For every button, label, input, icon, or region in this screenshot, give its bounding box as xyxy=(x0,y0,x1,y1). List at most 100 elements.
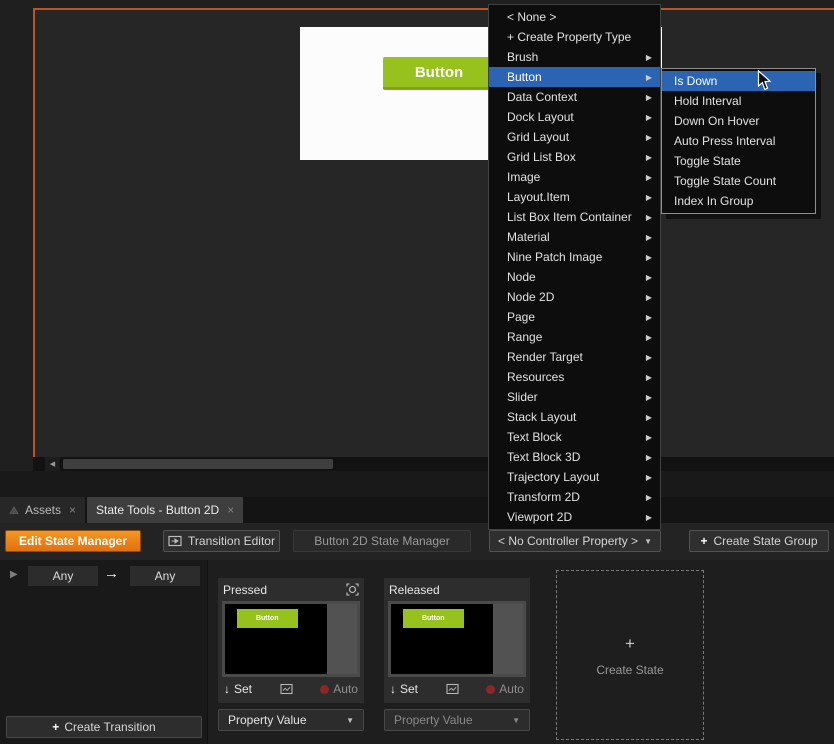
set-button[interactable]: ↓ Set xyxy=(390,682,418,696)
thumbnail-panel xyxy=(327,604,357,674)
plus-icon: + xyxy=(52,720,59,734)
set-button[interactable]: ↓ Set xyxy=(224,682,252,696)
auto-record-icon xyxy=(320,685,329,694)
menu-item-label: Index In Group xyxy=(674,194,807,208)
auto-toggle[interactable]: Auto xyxy=(486,682,524,696)
scroll-left-arrow-icon[interactable]: ◀ xyxy=(45,457,60,471)
menu-item-label: Hold Interval xyxy=(674,94,807,108)
menu-item-label: Nine Patch Image xyxy=(507,250,646,264)
menu-item-label: Render Target xyxy=(507,350,646,364)
state-title: Released xyxy=(389,583,440,597)
submenu-item[interactable]: Index In Group xyxy=(662,191,815,211)
context-menu-item[interactable]: Button ▶ xyxy=(489,67,660,87)
context-menu-item[interactable]: List Box Item Container ▶ xyxy=(489,207,660,227)
transition-editor-button[interactable]: Transition Editor xyxy=(163,530,280,552)
submenu-arrow-icon: ▶ xyxy=(646,233,652,242)
property-value-dropdown[interactable]: Property Value ▼ xyxy=(218,709,364,731)
menu-item-label: Stack Layout xyxy=(507,410,646,424)
state-manager-title-label: Button 2D State Manager xyxy=(314,534,449,548)
submenu-arrow-icon: ▶ xyxy=(646,473,652,482)
context-menu-item[interactable]: Grid Layout ▶ xyxy=(489,127,660,147)
context-menu-item[interactable]: Nine Patch Image ▶ xyxy=(489,247,660,267)
context-menu-item[interactable]: < None > ▶ xyxy=(489,7,660,27)
create-transition-button[interactable]: + Create Transition xyxy=(6,716,202,738)
plus-icon: + xyxy=(625,634,635,654)
tab-assets[interactable]: Assets × xyxy=(0,497,85,523)
property-value-dropdown[interactable]: Property Value ▼ xyxy=(384,709,530,731)
viewport-border-top xyxy=(33,8,834,10)
controller-property-dropdown[interactable]: < No Controller Property > ▼ xyxy=(489,530,661,552)
context-menu-item[interactable]: Page ▶ xyxy=(489,307,660,327)
submenu-item[interactable]: Toggle State Count xyxy=(662,171,815,191)
create-state-button[interactable]: + Create State xyxy=(556,570,704,740)
context-menu-item[interactable]: Resources ▶ xyxy=(489,367,660,387)
menu-item-label: Auto Press Interval xyxy=(674,134,807,148)
context-menu-item[interactable]: Viewport 2D ▶ xyxy=(489,507,660,527)
state-thumbnail[interactable]: Button xyxy=(388,601,526,677)
menu-item-label: Image xyxy=(507,170,646,184)
state-manager-title: Button 2D State Manager xyxy=(293,530,471,552)
context-menu-item[interactable]: Node ▶ xyxy=(489,267,660,287)
focus-state-icon[interactable] xyxy=(346,583,359,596)
state-card-released[interactable]: Released Button ↓ Set xyxy=(384,578,530,731)
context-menu-item[interactable]: Stack Layout ▶ xyxy=(489,407,660,427)
thumbnail-button: Button xyxy=(403,609,464,628)
submenu-item[interactable]: Hold Interval xyxy=(662,91,815,111)
context-menu-item[interactable]: Brush ▶ xyxy=(489,47,660,67)
context-menu-item[interactable]: Node 2D ▶ xyxy=(489,287,660,307)
menu-item-label: Text Block 3D xyxy=(507,450,646,464)
context-menu-item[interactable]: Trajectory Layout ▶ xyxy=(489,467,660,487)
horizontal-scrollbar[interactable]: ◀ xyxy=(33,457,834,471)
submenu-arrow-icon: ▶ xyxy=(646,273,652,282)
transition-to-box[interactable]: Any xyxy=(130,566,200,586)
tab-state-tools[interactable]: State Tools - Button 2D × xyxy=(87,497,243,523)
arrow-down-icon: ↓ xyxy=(224,682,230,696)
context-menu-item[interactable]: Transform 2D ▶ xyxy=(489,487,660,507)
keyframe-editor-icon[interactable] xyxy=(446,683,459,695)
submenu-item[interactable]: Toggle State xyxy=(662,151,815,171)
assets-icon xyxy=(9,505,19,515)
state-card-pressed[interactable]: Pressed Button ↓ Set xyxy=(218,578,364,731)
submenu-arrow-icon: ▶ xyxy=(646,433,652,442)
context-menu-item[interactable]: Slider ▶ xyxy=(489,387,660,407)
edit-state-manager-label: Edit State Manager xyxy=(19,534,127,548)
context-menu-item[interactable]: Material ▶ xyxy=(489,227,660,247)
transition-expander-icon[interactable]: ▶ xyxy=(10,569,18,580)
menu-item-label: Is Down xyxy=(674,74,807,88)
context-menu-item[interactable]: Dock Layout ▶ xyxy=(489,107,660,127)
menu-item-label: Material xyxy=(507,230,646,244)
tab-close-icon[interactable]: × xyxy=(227,503,234,517)
thumbnail-button: Button xyxy=(237,609,298,628)
transition-editor-icon xyxy=(168,535,182,547)
context-menu-item[interactable]: + Create Property Type ▶ xyxy=(489,27,660,47)
chevron-down-icon: ▼ xyxy=(512,716,520,725)
context-menu-item[interactable]: Render Target ▶ xyxy=(489,347,660,367)
edit-state-manager-button[interactable]: Edit State Manager xyxy=(5,530,141,552)
context-menu-item[interactable]: Image ▶ xyxy=(489,167,660,187)
menu-item-label: Data Context xyxy=(507,90,646,104)
submenu-item[interactable]: Is Down xyxy=(662,71,815,91)
menu-item-label: Node 2D xyxy=(507,290,646,304)
context-menu-item[interactable]: Text Block ▶ xyxy=(489,427,660,447)
context-menu-item[interactable]: Range ▶ xyxy=(489,327,660,347)
context-menu-item[interactable]: Grid List Box ▶ xyxy=(489,147,660,167)
context-menu-item[interactable]: Data Context ▶ xyxy=(489,87,660,107)
menu-item-label: < None > xyxy=(507,10,646,24)
state-thumbnail[interactable]: Button xyxy=(222,601,360,677)
transition-from-box[interactable]: Any xyxy=(28,566,98,586)
context-menu-item[interactable]: Layout.Item ▶ xyxy=(489,187,660,207)
submenu-arrow-icon: ▶ xyxy=(646,73,652,82)
canvas-button[interactable]: Button xyxy=(383,57,495,90)
keyframe-editor-icon[interactable] xyxy=(280,683,293,695)
create-state-group-button[interactable]: + Create State Group xyxy=(689,530,829,552)
submenu-item[interactable]: Auto Press Interval xyxy=(662,131,815,151)
submenu-item[interactable]: Down On Hover xyxy=(662,111,815,131)
auto-toggle[interactable]: Auto xyxy=(320,682,358,696)
transitions-panel: ▶ Any → Any + Create Transition xyxy=(0,560,208,744)
set-label: Set xyxy=(234,682,252,696)
chevron-down-icon: ▼ xyxy=(644,537,652,546)
menu-item-label: Grid Layout xyxy=(507,130,646,144)
context-menu-item[interactable]: Text Block 3D ▶ xyxy=(489,447,660,467)
tab-close-icon[interactable]: × xyxy=(69,503,76,517)
scrollbar-thumb[interactable] xyxy=(63,459,333,469)
